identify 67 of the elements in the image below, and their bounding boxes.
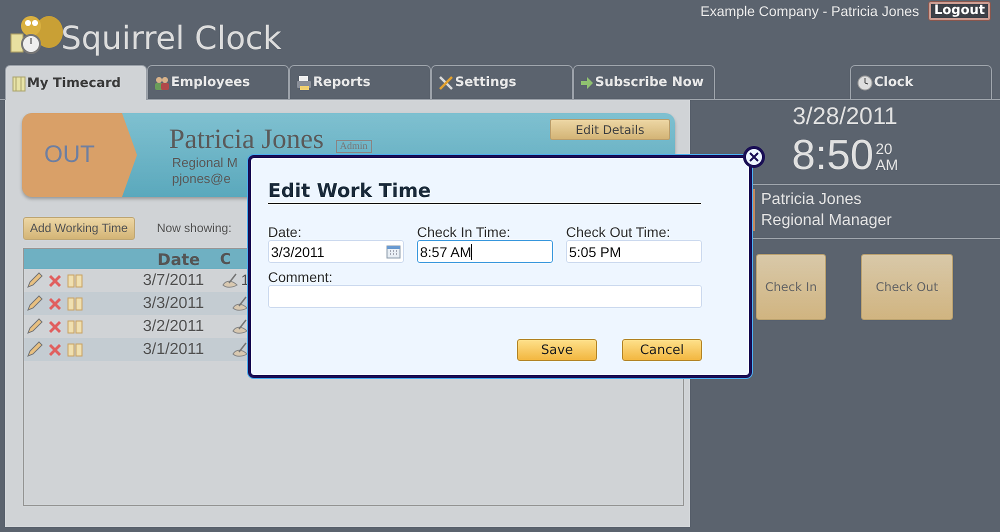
tab[interactable]: Settings [431, 65, 573, 99]
role-badge: Admin [336, 140, 372, 153]
calendar-icon[interactable] [386, 244, 401, 260]
field-label: Comment: [268, 269, 334, 285]
time-field[interactable]: 5:05 PM [566, 240, 702, 263]
delete-icon[interactable] [47, 342, 63, 358]
delete-icon[interactable] [47, 272, 63, 288]
signature-icon [232, 296, 249, 312]
arrow-icon [580, 74, 594, 90]
book-icon[interactable] [67, 272, 83, 289]
close-button[interactable] [743, 146, 765, 168]
check-out-button[interactable]: Check Out [861, 254, 953, 320]
clock-date: 3/28/2011 [792, 103, 898, 131]
field-label: Check Out Time: [566, 224, 672, 240]
date-cell-text: 3/1/2011 [142, 340, 204, 358]
edit-details-button[interactable]: Edit Details [550, 119, 670, 140]
save-button[interactable]: Save [517, 339, 597, 361]
tab[interactable]: Clock [850, 65, 992, 99]
date-field[interactable]: 3/3/2011 [268, 240, 404, 263]
timecard-icon [12, 76, 26, 92]
employee-email: pjones@e [172, 171, 232, 187]
date-cell-text: 3/3/2011 [142, 294, 204, 312]
tab[interactable]: Subscribe Now [573, 65, 715, 99]
employee-name: Patricia Jones [169, 125, 324, 155]
clock-time: 8:50 [792, 133, 874, 177]
app-name: Squirrel Clock [61, 18, 282, 58]
add-working-time-button[interactable]: Add Working Time [23, 216, 135, 240]
date-cell-text: 3/7/2011 [142, 272, 204, 290]
book-icon[interactable] [67, 295, 83, 312]
field-label: Date: [268, 224, 302, 240]
delete-icon[interactable] [47, 318, 63, 334]
filter-label: Now showing: [156, 221, 232, 235]
column-header: C [220, 250, 232, 268]
book-icon[interactable] [67, 341, 83, 358]
status-indicator: OUT [22, 113, 137, 197]
tools-icon [438, 74, 454, 90]
printer-icon [296, 74, 312, 90]
employee-title: Regional Manager [761, 211, 893, 231]
tab[interactable]: My Timecard [5, 65, 147, 101]
comment-field[interactable] [268, 285, 702, 308]
signature-icon [222, 272, 239, 288]
people-icon [154, 74, 170, 90]
employee-name: Patricia Jones [761, 190, 862, 210]
dialog-title: Edit Work Time [268, 180, 701, 204]
time-field[interactable]: 8:57 AM [417, 240, 553, 263]
clock-seconds: 20 [876, 142, 894, 158]
account-name: Example Company - Patricia Jones [700, 3, 920, 19]
pencil-icon[interactable] [26, 341, 43, 358]
tab[interactable]: Employees [147, 65, 289, 99]
pencil-icon[interactable] [26, 272, 43, 289]
signature-icon [232, 318, 249, 334]
clock-meridiem: AM [876, 158, 898, 174]
check-in-button[interactable]: Check In [756, 254, 826, 320]
column-header: Date [156, 250, 200, 268]
pencil-icon[interactable] [26, 318, 43, 335]
tab[interactable]: Reports [289, 65, 431, 99]
clock-icon [857, 74, 873, 90]
book-icon[interactable] [67, 318, 83, 335]
signature-icon [232, 342, 249, 358]
logout-button[interactable]: Logout [929, 2, 990, 20]
close-icon [749, 152, 759, 162]
date-cell-text: 3/2/2011 [142, 318, 204, 336]
employee-title: Regional M [172, 155, 239, 171]
cancel-button[interactable]: Cancel [622, 339, 702, 361]
field-label: Check In Time: [417, 224, 512, 240]
delete-icon[interactable] [47, 296, 63, 312]
pencil-icon[interactable] [26, 295, 43, 312]
